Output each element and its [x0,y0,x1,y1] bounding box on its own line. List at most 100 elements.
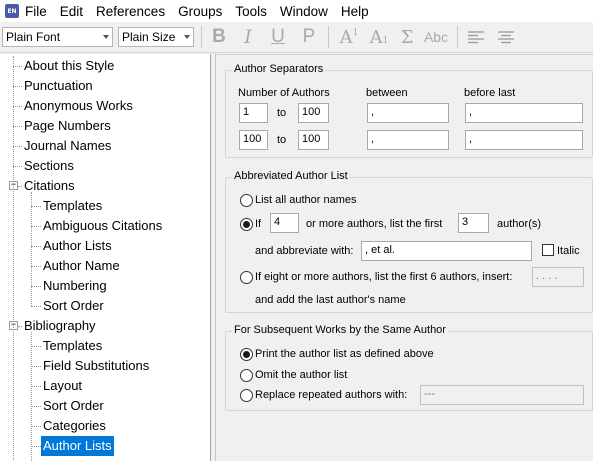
authors-to-input[interactable]: 100 [298,130,329,150]
italic-label[interactable]: Italic [557,245,580,257]
tree-connector [13,166,22,167]
tree-item[interactable]: Anonymous Works [24,96,133,116]
tree-item[interactable]: Author Lists [41,436,114,456]
replace-authors-radio[interactable] [240,389,253,402]
tree-connector [13,86,22,87]
symbol-button[interactable]: Σ [396,26,418,48]
tree-item[interactable]: Author Lists [43,236,112,256]
if-abbreviate-radio[interactable] [240,218,253,231]
replace-authors-input[interactable]: --- [420,385,584,405]
font-select[interactable]: Plain Font [2,27,113,47]
italic-button[interactable]: I [238,26,258,48]
to-label: to [277,134,287,146]
superscript-letter: A [339,26,353,48]
print-author-list-radio[interactable] [240,348,253,361]
menu-bar: EN File Edit References Groups Tools Win… [0,0,593,22]
first-count-input[interactable]: 3 [458,213,489,233]
list-all-label[interactable]: List all author names [255,194,357,206]
list-all-radio[interactable] [240,194,253,207]
menu-references[interactable]: References [96,4,165,19]
tree-item[interactable]: Ambiguous Citations [43,216,162,236]
small-caps-button[interactable]: Abc [421,26,451,48]
abbreviate-with-input[interactable]: , et al. [361,241,532,261]
chevron-down-icon [103,35,109,39]
bold-button[interactable]: B [209,26,229,48]
toolbar-divider [201,26,202,48]
insert-input[interactable]: . . . . [532,267,584,287]
number-of-authors-label: Number of Authors [238,87,330,99]
if-author-count-input[interactable]: 4 [270,213,299,233]
before-last-input[interactable]: , [465,130,583,150]
or-more-label: or more authors, list the first [306,218,443,230]
tree-item[interactable]: Author Name [43,256,120,276]
menu-file[interactable]: File [25,4,47,19]
subscript-letter: A [369,26,383,48]
italic-checkbox[interactable] [542,244,554,256]
tree-connector [13,66,22,67]
tree-item[interactable]: About this Style [24,56,114,76]
tree-item[interactable]: Bibliography [24,316,96,336]
abbreviate-with-label: and abbreviate with: [255,245,354,257]
tree-item[interactable]: Sort Order [43,296,104,316]
tree-item[interactable]: Page Numbers [24,116,111,136]
plain-button[interactable]: P [299,26,319,48]
tree-connector [31,406,41,407]
tree-connector [31,446,41,447]
tree-item[interactable]: Journal Names [24,136,111,156]
underline-button[interactable]: U [268,26,288,48]
toolbar-divider [328,26,329,48]
align-center-button[interactable] [493,26,519,48]
menu-edit[interactable]: Edit [60,4,83,19]
align-left-icon [468,31,484,44]
pane-splitter[interactable] [211,54,216,461]
omit-author-list-radio[interactable] [240,369,253,382]
tree-connector [13,146,22,147]
between-input[interactable]: , [367,130,449,150]
to-label: to [277,107,287,119]
align-center-icon [498,31,514,44]
tree-item[interactable]: Templates [43,336,102,356]
tree-item[interactable]: Numbering [43,276,107,296]
between-label: between [366,87,408,99]
eight-or-more-radio[interactable] [240,271,253,284]
author-separators-group: Author Separators Number of Authors betw… [225,63,593,158]
authors-from-input[interactable]: 100 [239,130,268,150]
add-last-author-label: and add the last author's name [255,294,406,306]
tree-connector [31,306,41,307]
size-select-value: Plain Size [122,30,176,44]
before-last-input[interactable]: , [465,103,583,123]
style-tree[interactable]: About this Style Punctuation Anonymous Wor… [0,54,211,461]
tree-item[interactable]: Sort Order [43,396,104,416]
tree-connector [13,126,22,127]
size-select[interactable]: Plain Size [118,27,194,47]
chevron-down-icon [184,35,190,39]
tree-item[interactable]: Categories [43,416,106,436]
tree-connector [31,246,41,247]
authors-to-input[interactable]: 100 [298,103,329,123]
font-select-value: Plain Font [6,30,61,44]
app-icon[interactable]: EN [5,4,19,18]
tree-item[interactable]: Punctuation [24,76,93,96]
omit-author-list-label[interactable]: Omit the author list [255,369,347,381]
tree-item[interactable]: Sections [24,156,74,176]
tree-item[interactable]: Templates [43,196,102,216]
replace-authors-label[interactable]: Replace repeated authors with: [255,389,407,401]
print-author-list-label[interactable]: Print the author list as defined above [255,348,434,360]
menu-tools[interactable]: Tools [235,4,267,19]
eight-or-more-label[interactable]: If eight or more authors, list the first… [255,271,512,283]
menu-window[interactable]: Window [280,4,328,19]
tree-item[interactable]: Field Substitutions [43,356,149,376]
tree-connector [31,426,41,427]
if-label: If [255,218,262,230]
authors-from-input[interactable]: 1 [239,103,268,123]
superscript-button[interactable]: A1 [336,26,362,48]
tree-connector [18,326,22,327]
menu-groups[interactable]: Groups [178,4,222,19]
subscript-button[interactable]: A1 [366,26,392,48]
tree-item[interactable]: Layout [43,376,82,396]
abbreviated-author-list-group: Abbreviated Author List List all author … [225,170,593,313]
between-input[interactable]: , [367,103,449,123]
menu-help[interactable]: Help [341,4,369,19]
align-left-button[interactable] [463,26,489,48]
tree-connector [18,186,22,187]
